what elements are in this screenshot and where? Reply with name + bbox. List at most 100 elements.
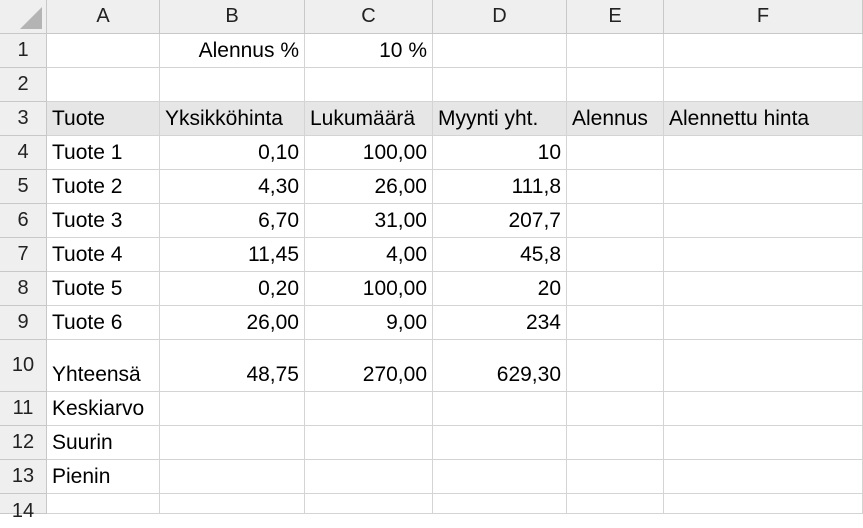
cell-F13[interactable] xyxy=(664,460,863,494)
column-header-F[interactable]: F xyxy=(664,0,863,34)
cell-A5[interactable]: Tuote 2 xyxy=(47,170,160,204)
cell-F12[interactable] xyxy=(664,426,863,460)
cell-E4[interactable] xyxy=(567,136,664,170)
select-all-button[interactable] xyxy=(0,0,47,34)
cell-F6[interactable] xyxy=(664,204,863,238)
cell-F10[interactable] xyxy=(664,340,863,392)
row-header-3[interactable]: 3 xyxy=(0,102,47,136)
cell-A12[interactable]: Suurin xyxy=(47,426,160,460)
cell-D1[interactable] xyxy=(433,34,567,68)
cell-E10[interactable] xyxy=(567,340,664,392)
cell-B3[interactable]: Yksikköhinta xyxy=(160,102,305,136)
cell-E3[interactable]: Alennus xyxy=(567,102,664,136)
cell-D3[interactable]: Myynti yht. xyxy=(433,102,567,136)
row-header-9[interactable]: 9 xyxy=(0,306,47,340)
cell-D13[interactable] xyxy=(433,460,567,494)
cell-D7[interactable]: 45,8 xyxy=(433,238,567,272)
row-header-4[interactable]: 4 xyxy=(0,136,47,170)
cell-D4[interactable]: 10 xyxy=(433,136,567,170)
cell-C1[interactable]: 10 % xyxy=(305,34,433,68)
cell-F8[interactable] xyxy=(664,272,863,306)
cell-A6[interactable]: Tuote 3 xyxy=(47,204,160,238)
cell-A10[interactable]: Yhteensä xyxy=(47,340,160,392)
cell-D2[interactable] xyxy=(433,68,567,102)
cell-E11[interactable] xyxy=(567,392,664,426)
cell-D14[interactable] xyxy=(433,494,567,514)
row-header-1[interactable]: 1 xyxy=(0,34,47,68)
cell-C3[interactable]: Lukumäärä xyxy=(305,102,433,136)
cell-E12[interactable] xyxy=(567,426,664,460)
cell-A13[interactable]: Pienin xyxy=(47,460,160,494)
row-header-5[interactable]: 5 xyxy=(0,170,47,204)
cell-A14[interactable] xyxy=(47,494,160,514)
cell-F7[interactable] xyxy=(664,238,863,272)
cell-A3[interactable]: Tuote xyxy=(47,102,160,136)
cell-B14[interactable] xyxy=(160,494,305,514)
cell-C8[interactable]: 100,00 xyxy=(305,272,433,306)
cell-B12[interactable] xyxy=(160,426,305,460)
cell-C12[interactable] xyxy=(305,426,433,460)
cell-A8[interactable]: Tuote 5 xyxy=(47,272,160,306)
cell-F3[interactable]: Alennettu hinta xyxy=(664,102,863,136)
row-header-11[interactable]: 11 xyxy=(0,392,47,426)
cell-C13[interactable] xyxy=(305,460,433,494)
cell-C6[interactable]: 31,00 xyxy=(305,204,433,238)
cell-B7[interactable]: 11,45 xyxy=(160,238,305,272)
cell-A7[interactable]: Tuote 4 xyxy=(47,238,160,272)
cell-E5[interactable] xyxy=(567,170,664,204)
cell-D8[interactable]: 20 xyxy=(433,272,567,306)
cell-D5[interactable]: 111,8 xyxy=(433,170,567,204)
cell-C9[interactable]: 9,00 xyxy=(305,306,433,340)
cell-F1[interactable] xyxy=(664,34,863,68)
cell-E14[interactable] xyxy=(567,494,664,514)
cell-B4[interactable]: 0,10 xyxy=(160,136,305,170)
cell-B6[interactable]: 6,70 xyxy=(160,204,305,238)
cell-C10[interactable]: 270,00 xyxy=(305,340,433,392)
cell-B2[interactable] xyxy=(160,68,305,102)
cell-F5[interactable] xyxy=(664,170,863,204)
cell-C7[interactable]: 4,00 xyxy=(305,238,433,272)
cell-F11[interactable] xyxy=(664,392,863,426)
cell-F9[interactable] xyxy=(664,306,863,340)
cell-E2[interactable] xyxy=(567,68,664,102)
cell-B8[interactable]: 0,20 xyxy=(160,272,305,306)
column-header-B[interactable]: B xyxy=(160,0,305,34)
column-header-D[interactable]: D xyxy=(433,0,567,34)
cell-A9[interactable]: Tuote 6 xyxy=(47,306,160,340)
cell-B10[interactable]: 48,75 xyxy=(160,340,305,392)
row-header-14[interactable]: 14 xyxy=(0,494,47,522)
cell-C4[interactable]: 100,00 xyxy=(305,136,433,170)
cell-B1[interactable]: Alennus % xyxy=(160,34,305,68)
cell-C2[interactable] xyxy=(305,68,433,102)
column-header-E[interactable]: E xyxy=(567,0,664,34)
row-header-7[interactable]: 7 xyxy=(0,238,47,272)
cell-E13[interactable] xyxy=(567,460,664,494)
row-header-2[interactable]: 2 xyxy=(0,68,47,102)
cell-D9[interactable]: 234 xyxy=(433,306,567,340)
row-header-8[interactable]: 8 xyxy=(0,272,47,306)
cell-B11[interactable] xyxy=(160,392,305,426)
cell-E1[interactable] xyxy=(567,34,664,68)
cell-A4[interactable]: Tuote 1 xyxy=(47,136,160,170)
cell-A11[interactable]: Keskiarvo xyxy=(47,392,160,426)
column-header-C[interactable]: C xyxy=(305,0,433,34)
cell-C11[interactable] xyxy=(305,392,433,426)
cell-E6[interactable] xyxy=(567,204,664,238)
cell-F14[interactable] xyxy=(664,494,863,514)
cell-E8[interactable] xyxy=(567,272,664,306)
cell-F2[interactable] xyxy=(664,68,863,102)
cell-B5[interactable]: 4,30 xyxy=(160,170,305,204)
cell-C5[interactable]: 26,00 xyxy=(305,170,433,204)
row-header-10[interactable]: 10 xyxy=(0,340,47,392)
cell-D10[interactable]: 629,30 xyxy=(433,340,567,392)
cell-B13[interactable] xyxy=(160,460,305,494)
cell-D11[interactable] xyxy=(433,392,567,426)
row-header-13[interactable]: 13 xyxy=(0,460,47,494)
cell-C14[interactable] xyxy=(305,494,433,514)
cell-F4[interactable] xyxy=(664,136,863,170)
cell-B9[interactable]: 26,00 xyxy=(160,306,305,340)
cell-D12[interactable] xyxy=(433,426,567,460)
cell-A2[interactable] xyxy=(47,68,160,102)
row-header-12[interactable]: 12 xyxy=(0,426,47,460)
cell-E9[interactable] xyxy=(567,306,664,340)
